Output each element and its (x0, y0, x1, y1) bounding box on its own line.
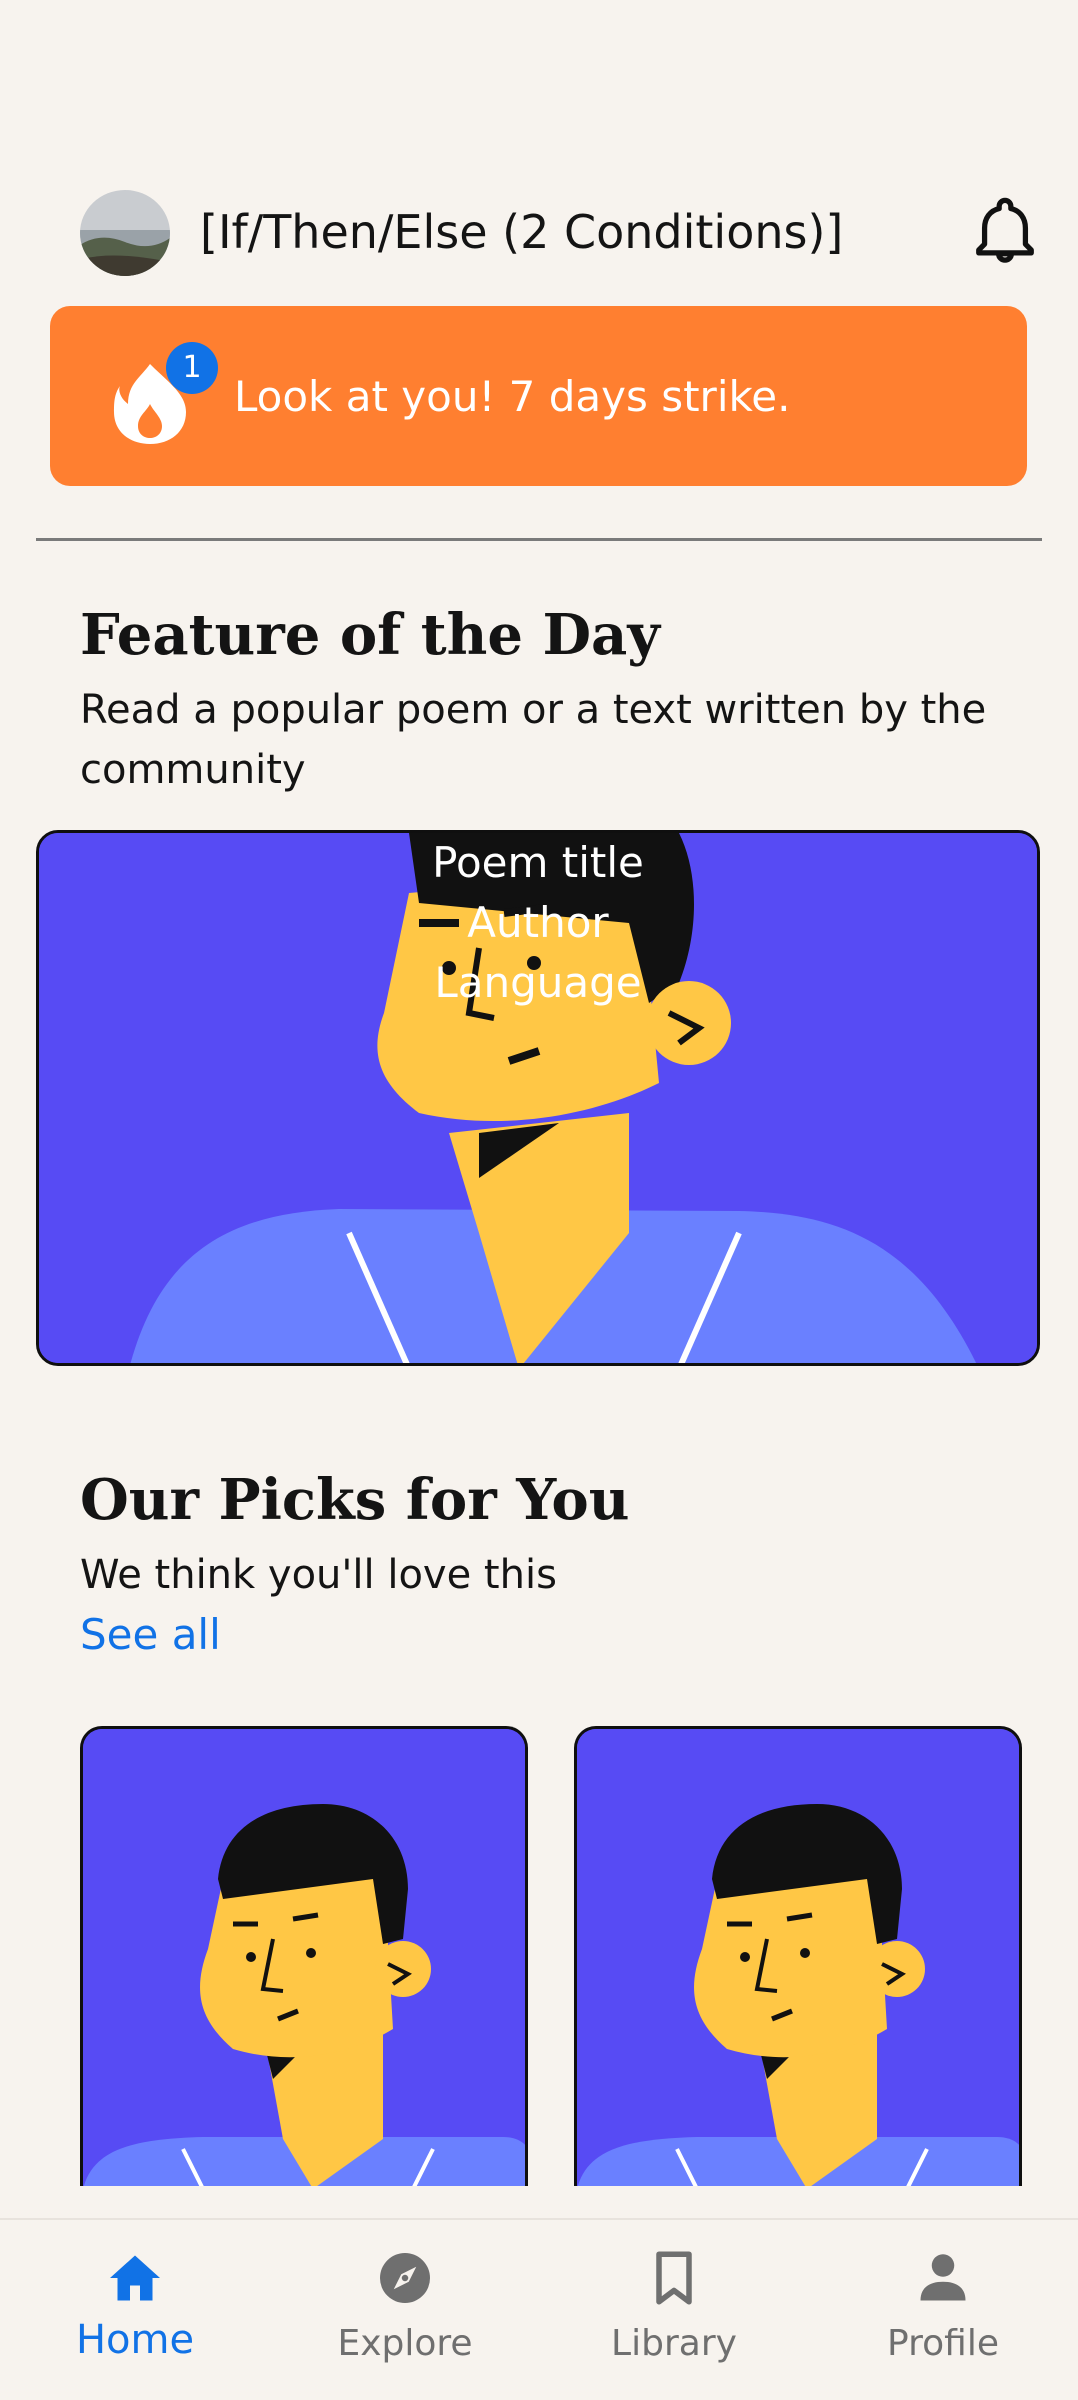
bell-icon[interactable] (970, 196, 1040, 266)
streak-text: Look at you! 7 days strike. (234, 372, 791, 421)
pick-card[interactable] (80, 1726, 528, 2186)
feature-author: Author (467, 898, 609, 947)
home-icon (105, 2248, 165, 2308)
nav-label-library: Library (611, 2323, 737, 2364)
compass-icon (375, 2248, 435, 2308)
feature-section-subtitle: Read a popular poem or a text written by… (80, 687, 987, 793)
nav-label-explore: Explore (337, 2323, 473, 2364)
nav-item-home[interactable]: Home (35, 2220, 235, 2400)
nav-item-profile[interactable]: Profile (843, 2220, 1043, 2400)
person-icon (913, 2248, 973, 2308)
streak-banner[interactable]: 1 Look at you! 7 days strike. (50, 306, 1027, 486)
nav-item-explore[interactable]: Explore (305, 2220, 505, 2400)
nav-label-home: Home (75, 2317, 195, 2363)
divider (36, 538, 1042, 541)
pick-card[interactable] (574, 1726, 1022, 2186)
feature-poem-title: Poem title (432, 838, 644, 887)
feature-language: Language (434, 958, 642, 1007)
see-all-link[interactable]: See all (80, 1605, 221, 1665)
bookmark-icon (644, 2248, 704, 2308)
picks-section-title: Our Picks for You (80, 1467, 630, 1533)
avatar[interactable] (80, 190, 170, 276)
feature-card[interactable]: Poem title Author Language (36, 830, 1040, 1366)
picks-section-subtitle: We think you'll love this (80, 1552, 557, 1598)
nav-item-library[interactable]: Library (574, 2220, 774, 2400)
feature-section-title: Feature of the Day (80, 602, 660, 668)
bottom-nav: Home Explore Library Profile (0, 2218, 1078, 2400)
streak-count-badge: 1 (166, 342, 218, 394)
pick-illustration (577, 1729, 1019, 2186)
nav-label-profile: Profile (887, 2323, 999, 2364)
pick-illustration (83, 1729, 525, 2186)
page-title: [If/Then/Else (2 Conditions)] (200, 205, 844, 259)
